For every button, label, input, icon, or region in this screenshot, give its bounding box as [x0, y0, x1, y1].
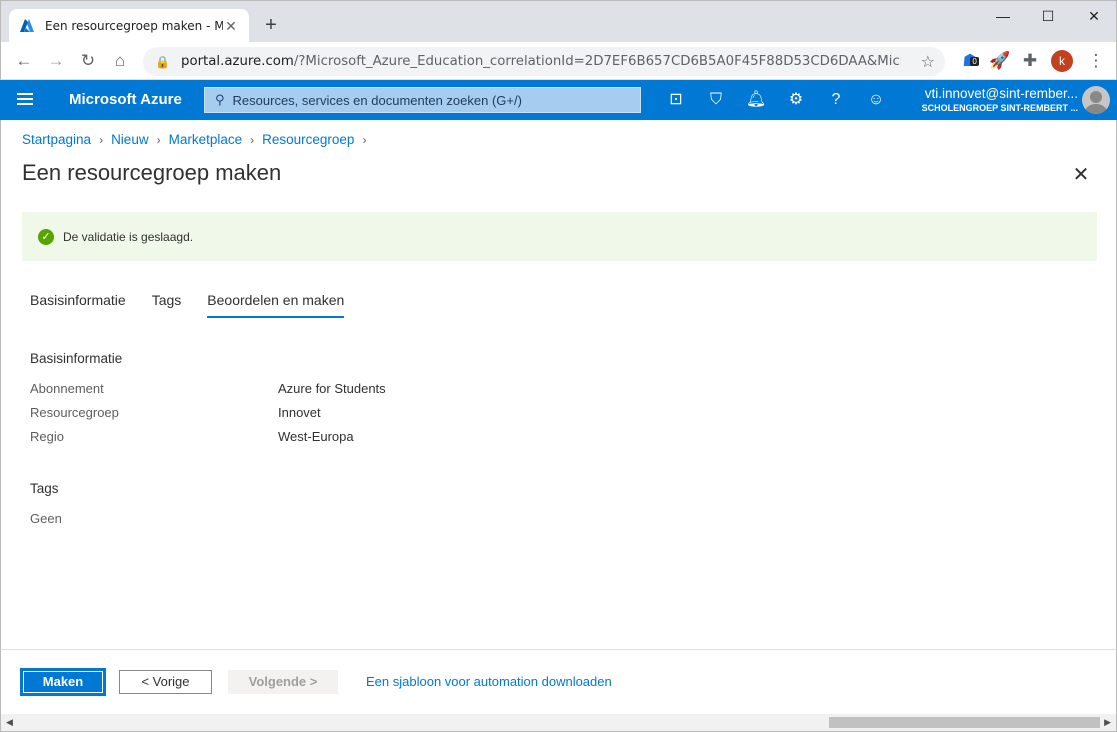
bookmark-star-icon[interactable]: ☆	[921, 52, 935, 72]
minimize-button[interactable]: —	[980, 1, 1026, 31]
extension-ghost-icon[interactable]: ☗0	[957, 48, 983, 74]
next-button[interactable]: Volgende >	[228, 670, 338, 694]
azure-header: Microsoft Azure ⚲ ⊡ ⛉ 🔔︎ ⚙ ? ☺ vti.innov…	[0, 80, 1117, 120]
home-button[interactable]: ⌂	[107, 48, 133, 74]
browser-menu-icon[interactable]: ⋮	[1083, 48, 1109, 74]
reload-button[interactable]: ↻	[75, 48, 101, 74]
scroll-left-icon[interactable]: ◀	[6, 717, 13, 728]
forward-button[interactable]: →	[43, 48, 69, 74]
maximize-button[interactable]: ☐	[1025, 1, 1071, 31]
main-content: Startpagina › Nieuw › Marketplace › Reso…	[0, 120, 1117, 714]
previous-button[interactable]: < Vorige	[119, 670, 212, 694]
browser-tabstrip: Een resourcegroep maken - Micr ✕ + — ☐ ✕	[0, 0, 1117, 43]
validation-banner: ✓ De validatie is geslaagd.	[22, 212, 1097, 261]
horizontal-scrollbar[interactable]: ◀ ▶	[0, 714, 1117, 732]
search-input[interactable]	[232, 92, 623, 108]
window-close-button[interactable]: ✕	[1071, 1, 1117, 31]
chevron-right-icon: ›	[362, 133, 367, 147]
directory-filter-icon[interactable]: ⛉	[705, 89, 727, 111]
rocket-extension-icon[interactable]: 🚀	[987, 48, 1013, 74]
browser-toolbar: ← → ↻ ⌂ 🔒 portal.azure.com/?Microsoft_Az…	[0, 42, 1117, 80]
create-button[interactable]: Maken	[22, 670, 104, 694]
browser-tab[interactable]: Een resourcegroep maken - Micr ✕	[9, 9, 249, 43]
profile-avatar[interactable]: k	[1051, 50, 1073, 72]
extensions-puzzle-icon[interactable]: ✚	[1017, 48, 1043, 74]
hamburger-menu-icon[interactable]	[17, 93, 33, 107]
url-text: portal.azure.com/?Microsoft_Azure_Educat…	[181, 54, 901, 69]
download-template-link[interactable]: Een sjabloon voor automation downloaden	[366, 674, 612, 689]
breadcrumb-resourcegroep[interactable]: Resourcegroep	[262, 132, 354, 148]
tab-close-icon[interactable]: ✕	[223, 18, 239, 35]
tab-tags[interactable]: Tags	[152, 292, 182, 318]
tab-basisinformatie[interactable]: Basisinformatie	[30, 292, 126, 318]
section-basics-heading: Basisinformatie	[30, 351, 123, 366]
close-blade-icon[interactable]: ✕	[1071, 162, 1091, 187]
settings-gear-icon[interactable]: ⚙	[785, 89, 807, 111]
wizard-tabs: Basisinformatie Tags Beoordelen en maken	[30, 292, 370, 318]
address-bar[interactable]: 🔒 portal.azure.com/?Microsoft_Azure_Educ…	[143, 47, 945, 76]
breadcrumb-nieuw[interactable]: Nieuw	[111, 132, 149, 148]
scroll-right-icon[interactable]: ▶	[1104, 717, 1111, 728]
new-tab-button[interactable]: +	[259, 13, 283, 37]
breadcrumb-marketplace[interactable]: Marketplace	[169, 132, 243, 148]
back-button[interactable]: ←	[11, 48, 37, 74]
cloud-shell-icon[interactable]: ⊡	[665, 89, 687, 111]
user-organization: SCHOLENGROEP SINT-REMBERT ...	[921, 103, 1078, 113]
extension-badge: 0	[970, 57, 979, 66]
account-info[interactable]: vti.innovet@sint-rember... SCHOLENGROEP …	[916, 86, 1078, 113]
tab-title: Een resourcegroep maken - Micr	[45, 19, 223, 33]
global-search[interactable]: ⚲	[204, 87, 641, 113]
chevron-right-icon: ›	[156, 133, 161, 147]
help-icon[interactable]: ?	[825, 89, 847, 111]
azure-logo-icon	[20, 19, 34, 32]
lock-icon: 🔒	[155, 54, 170, 69]
chevron-right-icon: ›	[250, 133, 255, 147]
tab-beoordelen-en-maken[interactable]: Beoordelen en maken	[207, 292, 345, 318]
breadcrumb-startpagina[interactable]: Startpagina	[22, 132, 91, 148]
chevron-right-icon: ›	[99, 133, 104, 147]
feedback-smiley-icon[interactable]: ☺	[865, 89, 887, 111]
user-avatar[interactable]	[1082, 86, 1110, 114]
validation-message: De validatie is geslaagd.	[63, 229, 194, 244]
user-name: vti.innovet@sint-rember...	[924, 86, 1078, 101]
success-check-icon: ✓	[38, 228, 54, 245]
scrollbar-thumb[interactable]	[829, 717, 1100, 728]
azure-brand[interactable]: Microsoft Azure	[69, 91, 182, 108]
page-title: Een resourcegroep maken	[22, 160, 282, 185]
breadcrumb: Startpagina › Nieuw › Marketplace › Reso…	[22, 132, 374, 148]
section-tags-heading: Tags	[30, 481, 59, 496]
notifications-bell-icon[interactable]: 🔔︎	[745, 89, 767, 111]
blade-footer: Maken < Vorige Volgende > Een sjabloon v…	[0, 649, 1117, 714]
search-icon: ⚲	[215, 92, 225, 107]
